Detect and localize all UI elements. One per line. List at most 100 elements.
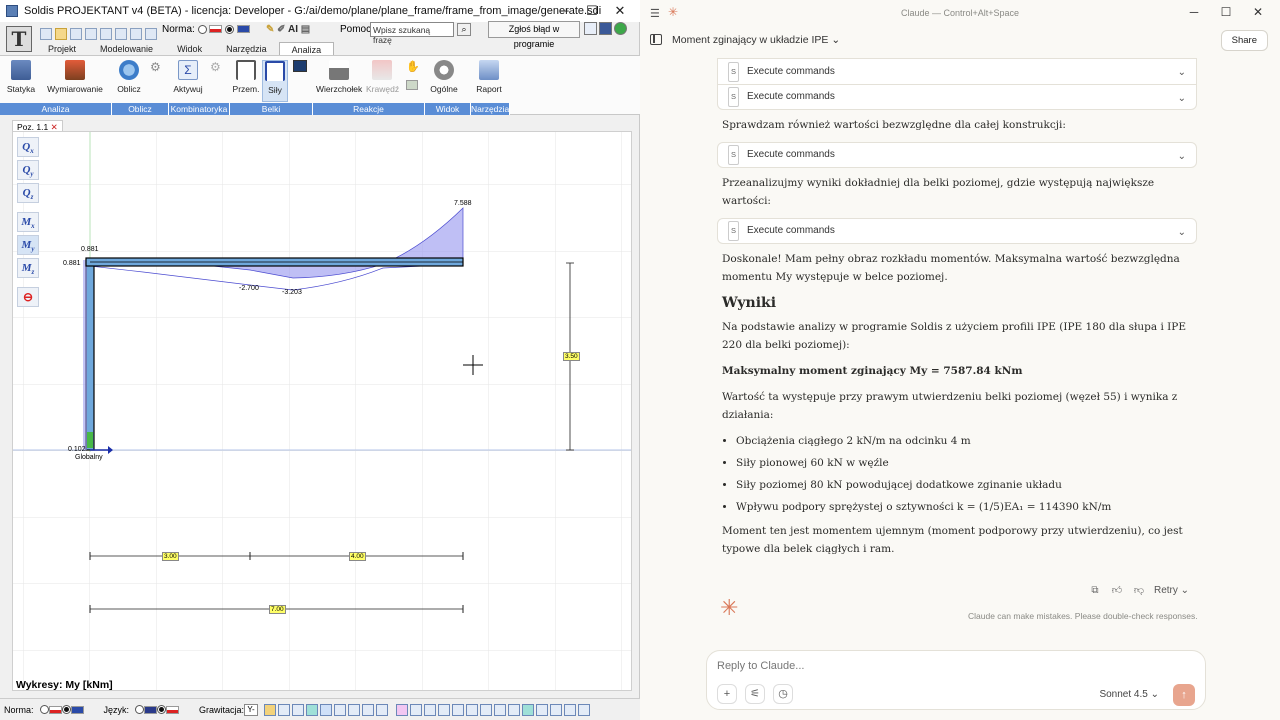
maximize-button[interactable]: ☐	[578, 3, 606, 19]
select-circle-icon[interactable]	[424, 703, 437, 716]
share-button[interactable]: Share	[1220, 30, 1268, 51]
menu-icon[interactable]: ☰	[650, 7, 660, 20]
brush-icon[interactable]: ✐	[277, 24, 285, 35]
status-norma-radio-1[interactable]	[39, 705, 49, 714]
dim-label-span2[interactable]: 4.00	[349, 552, 366, 561]
copy-icon[interactable]	[292, 703, 305, 716]
open-folder-icon[interactable]	[55, 27, 67, 40]
support-tool-icon[interactable]	[494, 703, 507, 716]
thumbs-up-icon[interactable]: 👍︎	[1110, 584, 1124, 596]
window-icon[interactable]	[115, 27, 127, 40]
wymiarowanie-button[interactable]: Wymiarowanie	[46, 60, 104, 94]
tools-icon[interactable]: ⚟	[745, 684, 765, 704]
fit-view-icon[interactable]	[564, 703, 577, 716]
przemieszczenia-button[interactable]: Przem.	[232, 60, 260, 94]
beam-tool-icon[interactable]	[306, 703, 319, 716]
slash-tool-icon[interactable]	[550, 703, 563, 716]
model-selector[interactable]: Sonnet 4.5 ⌄	[1099, 689, 1159, 700]
stop-icon[interactable]: ⊖	[17, 287, 39, 307]
history-icon[interactable]: ◷	[773, 684, 793, 704]
facebook-icon[interactable]	[599, 22, 612, 35]
language-radio-pl[interactable]	[157, 705, 167, 714]
help-search-input[interactable]: Wpisz szukaną frazę	[370, 22, 454, 45]
angle-icon[interactable]	[348, 703, 361, 716]
my-button[interactable]: My	[17, 235, 39, 255]
pencil-icon[interactable]	[264, 703, 277, 716]
language-radio-en[interactable]	[135, 705, 145, 714]
wand-icon[interactable]: ✎	[266, 24, 274, 35]
gravity-select[interactable]: Y-	[244, 703, 259, 716]
ai-label[interactable]: AI	[288, 24, 298, 35]
binoculars-icon[interactable]: ⌕	[457, 23, 471, 36]
web-icon[interactable]	[614, 22, 627, 35]
reply-input[interactable]: Reply to Claude...	[717, 660, 804, 672]
claude-minimize-button[interactable]: ─	[1178, 5, 1210, 19]
close-button[interactable]: ✕	[606, 3, 634, 19]
soldis-logo[interactable]: T	[6, 26, 32, 52]
tool-call-execute[interactable]: S Execute commands ⌄	[717, 58, 1197, 84]
status-norma-radio-2[interactable]	[61, 705, 71, 714]
dim-label-vertical[interactable]: 3.50	[563, 352, 580, 361]
layout2-icon[interactable]	[145, 27, 157, 40]
minimize-button[interactable]: ─	[550, 3, 578, 19]
sily-button[interactable]: Siły	[262, 60, 288, 102]
tool-call-execute[interactable]: S Execute commands ⌄	[717, 84, 1197, 110]
thumbs-down-icon[interactable]: 👎︎	[1132, 584, 1146, 596]
qy-button[interactable]: Qy	[17, 160, 39, 180]
hand-icon[interactable]: ✋	[406, 60, 420, 73]
snap-icon[interactable]	[320, 703, 333, 716]
mx-button[interactable]: Mx	[17, 212, 39, 232]
redo-icon[interactable]	[100, 27, 112, 40]
qx-button[interactable]: Qx	[17, 137, 39, 157]
ortho-icon[interactable]	[334, 703, 347, 716]
undo-icon[interactable]	[85, 27, 97, 40]
chip-icon[interactable]: ▤	[301, 24, 310, 35]
norma-radio-2[interactable]	[225, 24, 235, 34]
load-tool-icon[interactable]	[466, 703, 479, 716]
zoom-icon[interactable]	[578, 703, 591, 716]
norma-radio-1[interactable]	[197, 24, 207, 34]
statyka-button[interactable]: Statyka	[6, 60, 36, 94]
mz-button[interactable]: Mz	[17, 258, 39, 278]
claude-close-button[interactable]: ✕	[1242, 5, 1274, 19]
sidebar-toggle-icon[interactable]	[650, 34, 662, 45]
table-icon[interactable]	[536, 703, 549, 716]
wierzcholek-button[interactable]: Wierzchołek	[316, 60, 362, 94]
qz-button[interactable]: Qz	[17, 183, 39, 203]
layout-icon[interactable]	[130, 27, 142, 40]
ogolne-button[interactable]: Ogólne	[428, 60, 460, 94]
report-bug-button[interactable]: Zgłoś błąd w programie	[488, 21, 580, 49]
copy-icon[interactable]: ⧉	[1088, 585, 1102, 596]
cursor-tool-icon[interactable]	[376, 703, 389, 716]
conversation-title[interactable]: Moment zginający w układzie IPE ⌄	[672, 34, 840, 46]
chart-window-icon[interactable]	[293, 60, 307, 72]
retry-button[interactable]: Retry ⌄	[1154, 585, 1189, 596]
krawedz-button[interactable]: Krawędź	[366, 60, 399, 94]
add-attachment-icon[interactable]: +	[717, 684, 737, 704]
select-rect-icon[interactable]	[410, 703, 423, 716]
tool-call-execute[interactable]: S Execute commands ⌄	[717, 218, 1197, 244]
dim-label-span1[interactable]: 3.00	[162, 552, 179, 561]
aktywuj-button[interactable]: Σ Aktywuj	[172, 60, 204, 94]
window-layout-icon[interactable]	[584, 22, 597, 35]
point-icon[interactable]	[278, 703, 291, 716]
send-button[interactable]: ↑	[1173, 684, 1195, 706]
gears-icon[interactable]: ⚙	[150, 60, 161, 74]
raport-button[interactable]: Raport	[474, 60, 504, 94]
node-tool-icon[interactable]	[452, 703, 465, 716]
tool-call-execute[interactable]: S Execute commands ⌄	[717, 142, 1197, 168]
arrow-down-icon[interactable]	[480, 703, 493, 716]
drawing-canvas[interactable]: 0.881 0.881 -2.700 -3.203 7.588 0.102 Gl…	[12, 131, 632, 691]
grid-snap-icon[interactable]	[362, 703, 375, 716]
new-file-icon[interactable]	[40, 27, 52, 40]
dimension-tool-icon[interactable]	[508, 703, 521, 716]
oblicz-button[interactable]: Oblicz	[114, 60, 144, 94]
claude-maximize-button[interactable]: ☐	[1210, 5, 1242, 19]
magnet-icon[interactable]	[396, 703, 409, 716]
reply-composer[interactable]: Reply to Claude... + ⚟ ◷ Sonnet 4.5 ⌄ ↑	[706, 650, 1206, 710]
beam-draw-icon[interactable]	[522, 703, 535, 716]
dim-label-total[interactable]: 7.00	[269, 605, 286, 614]
line-tool-icon[interactable]	[438, 703, 451, 716]
image-icon[interactable]	[406, 80, 418, 90]
column-member[interactable]	[85, 259, 95, 451]
